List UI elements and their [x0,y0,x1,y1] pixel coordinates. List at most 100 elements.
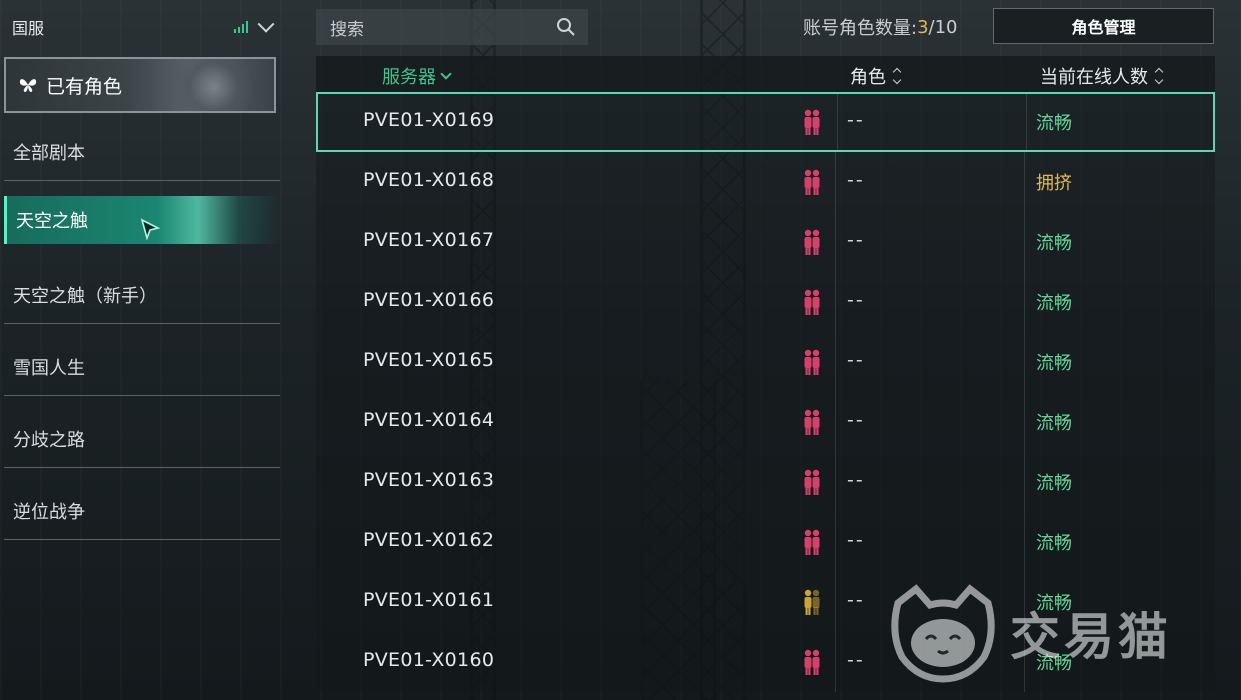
server-row[interactable]: PVE01-X0164 -- 流畅 [316,392,1215,452]
server-name: PVE01-X0167 [363,229,495,251]
column-divider [1024,452,1025,512]
online-status: 流畅 [1036,113,1072,134]
column-divider [1024,272,1025,332]
column-divider [837,94,838,150]
nav-item[interactable]: 天空之触 [4,196,280,244]
column-server[interactable]: 服务器 [382,63,452,89]
column-online[interactable]: 当前在线人数 [1040,63,1164,89]
population-icon [804,169,820,195]
column-divider [835,632,836,692]
role-value: -- [847,229,865,251]
region-label: 国服 [12,19,45,38]
population-icon [804,529,820,555]
population-icon [804,469,820,495]
search-input[interactable]: 搜索 [316,9,588,45]
owned-characters-tab[interactable]: 已有角色 [4,57,276,113]
cat-logo-icon [891,584,995,683]
population-icon [804,349,820,375]
role-value: -- [847,469,865,491]
nav-item-label: 天空之触 [16,211,88,232]
server-row[interactable]: PVE01-X0165 -- 流畅 [316,332,1215,392]
server-row[interactable]: PVE01-X0162 -- 流畅 [316,512,1215,572]
online-status: 流畅 [1036,233,1072,254]
server-name: PVE01-X0163 [363,469,495,491]
column-divider [1024,512,1025,572]
server-name: PVE01-X0161 [363,589,495,611]
sort-desc-icon [440,68,452,80]
column-divider [1026,94,1027,150]
column-divider [835,152,836,212]
column-divider [1024,392,1025,452]
column-online-label: 当前在线人数 [1040,67,1148,88]
column-divider [1024,332,1025,392]
sort-icon [892,67,902,85]
server-row[interactable]: PVE01-X0167 -- 流畅 [316,212,1215,272]
character-management-button[interactable]: 角色管理 [993,8,1214,44]
column-divider [1024,212,1025,272]
column-divider [835,452,836,512]
server-row[interactable]: PVE01-X0166 -- 流畅 [316,272,1215,332]
nav-item-label: 天空之触（新手） [13,286,157,307]
signal-icon [234,21,248,33]
column-divider [1024,152,1025,212]
column-role-label: 角色 [850,67,886,88]
online-status: 拥挤 [1036,173,1072,194]
nav-item-label: 全部剧本 [13,143,85,164]
population-icon [804,289,820,315]
online-status: 流畅 [1036,293,1072,314]
nav-item[interactable]: 天空之触（新手） [4,267,280,324]
server-name: PVE01-X0160 [363,649,495,671]
online-status: 流畅 [1036,533,1072,554]
nav-item[interactable]: 逆位战争 [4,483,280,540]
count-current: 3 [917,16,929,38]
role-value: -- [847,529,865,551]
column-divider [835,512,836,572]
population-icon [804,649,820,675]
column-divider [835,392,836,452]
watermark: 交易猫 [888,578,1218,688]
watermark-text: 交易猫 [1010,608,1172,666]
scenario-nav: 全部剧本天空之触天空之触（新手） 雪国人生分歧之路逆位战争 [4,124,280,555]
nav-item[interactable]: 分歧之路 [4,411,280,468]
online-status: 流畅 [1036,473,1072,494]
server-row[interactable]: PVE01-X0163 -- 流畅 [316,452,1215,512]
role-value: -- [847,349,865,371]
sort-icon [1154,67,1164,85]
role-value: -- [847,289,865,311]
server-name: PVE01-X0164 [363,409,495,431]
sidebar: 国服 已有角色 全部剧本天空之触天空之触（新手） 雪国人生分歧之路逆位战争 [0,0,290,700]
count-label: 账号角色数量: [803,18,918,39]
role-value: -- [847,109,865,131]
server-name: PVE01-X0165 [363,349,495,371]
role-value: -- [847,169,865,191]
butterfly-icon [19,79,37,92]
column-divider [835,572,836,632]
server-name: PVE01-X0166 [363,289,495,311]
online-status: 流畅 [1036,413,1072,434]
population-icon [804,589,820,615]
column-role[interactable]: 角色 [850,63,902,89]
online-status: 流畅 [1036,353,1072,374]
server-table-header: 服务器 角色 当前在线人数 [316,56,1215,92]
chevron-down-icon[interactable] [257,15,275,33]
pointer-cursor-icon [140,218,160,240]
owned-characters-label: 已有角色 [46,75,123,98]
search-icon[interactable] [556,17,576,37]
server-name: PVE01-X0168 [363,169,495,191]
population-icon [804,109,820,135]
column-divider [835,272,836,332]
population-icon [804,409,820,435]
nav-item[interactable]: 雪国人生 [4,339,280,396]
nav-item[interactable]: 全部剧本 [4,124,280,181]
region-selector[interactable]: 国服 [12,15,275,38]
nav-item-label: 雪国人生 [13,358,85,379]
population-icon [804,229,820,255]
nav-item-label: 逆位战争 [13,502,85,523]
server-row[interactable]: PVE01-X0168 -- 拥挤 [316,152,1215,212]
count-max: /10 [928,16,958,38]
character-portrait [134,59,274,111]
nav-item-label: 分歧之路 [13,430,85,451]
server-name: PVE01-X0162 [363,529,495,551]
column-server-label: 服务器 [382,67,436,88]
server-row[interactable]: PVE01-X0169 -- 流畅 [316,92,1215,152]
